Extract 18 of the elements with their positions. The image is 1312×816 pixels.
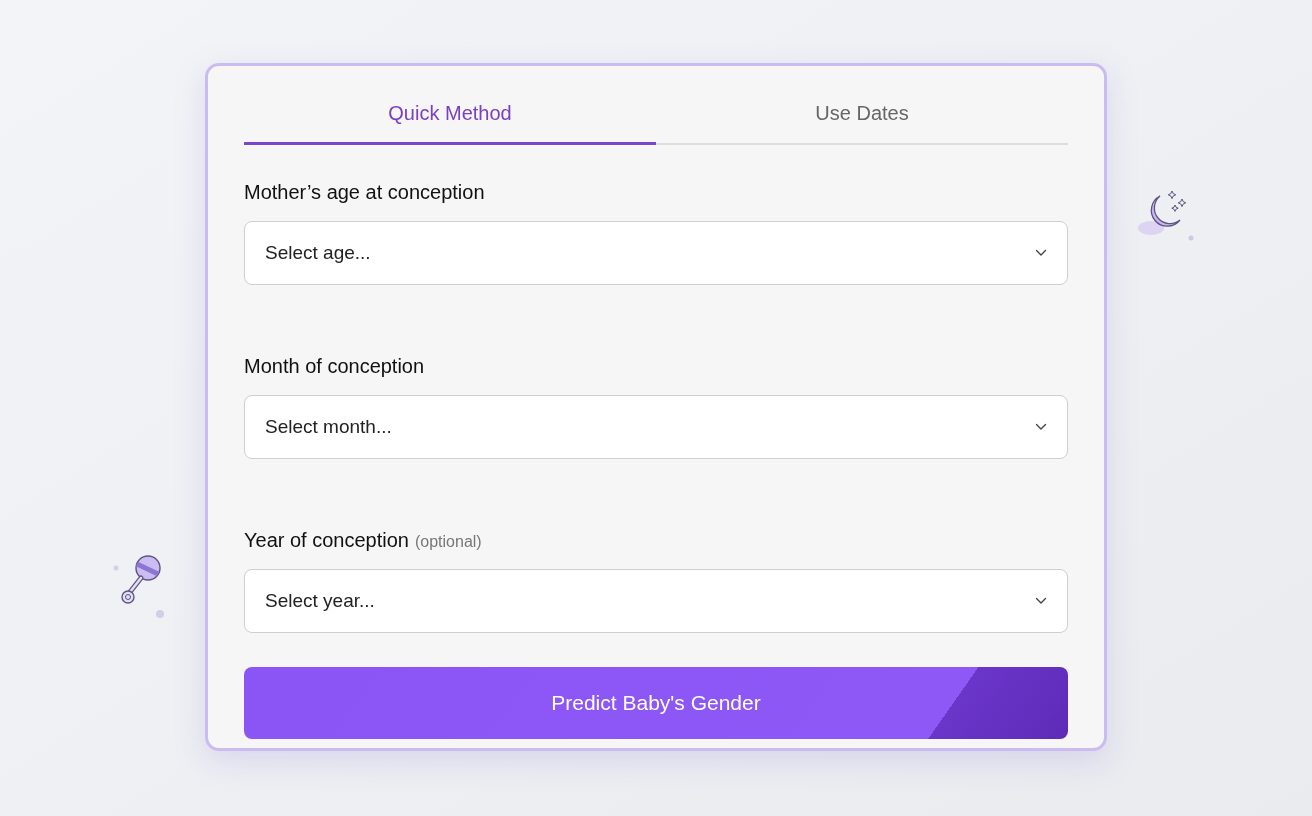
- field-label: Mother’s age at conception: [244, 180, 485, 205]
- tab[interactable]: Quick Method: [244, 98, 656, 145]
- field-label: Year of conception: [244, 528, 409, 553]
- rattle-icon: [112, 552, 166, 620]
- select-placeholder: Select age...: [265, 240, 371, 265]
- select-placeholder: Select month...: [265, 414, 392, 439]
- chevron-down-icon: [1035, 249, 1047, 257]
- field-label: Month of conception: [244, 354, 425, 379]
- select-field[interactable]: Select year...: [244, 569, 1068, 633]
- select-placeholder: Select year...: [265, 588, 375, 613]
- predict-button[interactable]: Predict Baby's Gender: [244, 667, 1068, 739]
- optional-note: (optional): [414, 532, 482, 552]
- tab[interactable]: Use Dates: [656, 98, 1068, 145]
- chevron-down-icon: [1035, 423, 1047, 431]
- select-field[interactable]: Select month...: [244, 395, 1068, 459]
- select-field[interactable]: Select age...: [244, 221, 1068, 285]
- chevron-down-icon: [1035, 597, 1047, 605]
- moon-icon: [1136, 188, 1194, 242]
